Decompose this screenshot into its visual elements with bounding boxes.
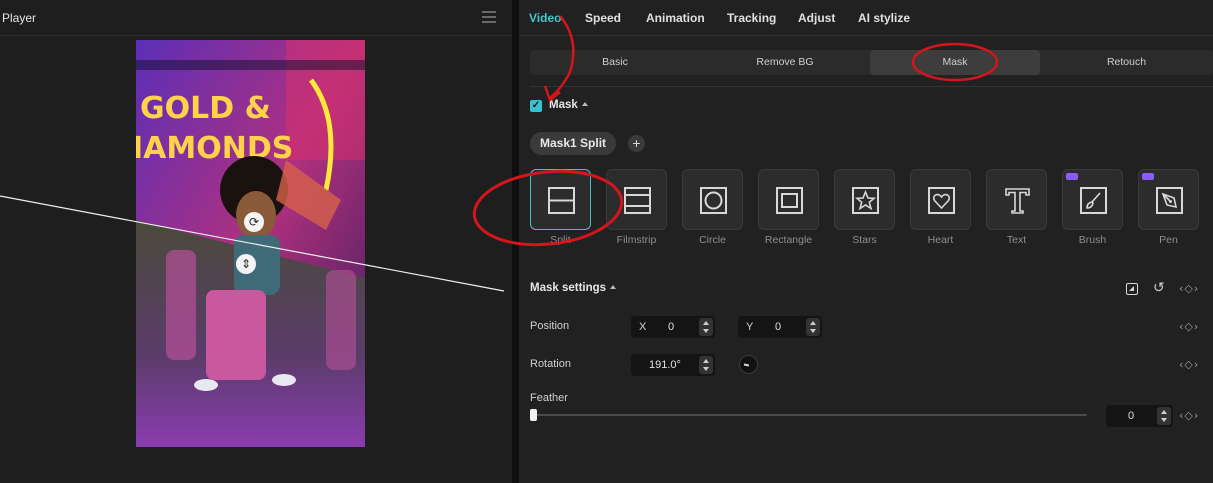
position-x-value: 0 (668, 321, 675, 333)
rotation-label: Rotation (530, 358, 571, 370)
stars-shape-box[interactable] (834, 169, 895, 230)
shape-label: Pen (1159, 234, 1178, 246)
position-y-stepper[interactable] (806, 318, 820, 336)
collapse-caret-icon (610, 285, 617, 289)
collapse-caret-icon (581, 102, 588, 106)
video-frame-image: GOLD & IAMONDS (136, 40, 365, 447)
player-title: Player (2, 11, 37, 25)
keyframe-icon[interactable]: ‹◇› (1179, 409, 1199, 422)
mask-shape-heart[interactable]: Heart (910, 169, 971, 249)
pen-shape-box[interactable] (1138, 169, 1199, 230)
mask-settings-label: Mask settings (530, 282, 607, 294)
feather-value: 0 (1128, 410, 1135, 422)
player-header: Player (0, 0, 512, 36)
mask-shape-rectangle[interactable]: Rectangle (758, 169, 819, 249)
shape-label: Text (1006, 234, 1027, 246)
player-panel: Player GOLD & IAMONDS ⟳ ⇕ (0, 0, 512, 483)
video-preview[interactable]: GOLD & IAMONDS (136, 40, 365, 447)
pro-badge-icon (1066, 173, 1078, 180)
pro-badge-icon (1142, 173, 1154, 180)
tab-speed[interactable]: Speed (585, 11, 621, 25)
add-mask-button[interactable]: + (628, 135, 645, 152)
rotation-stepper[interactable] (699, 356, 713, 374)
mask-shape-pen[interactable]: Pen (1138, 169, 1199, 249)
keyframe-icon[interactable]: ‹◇› (1179, 358, 1199, 371)
shape-label: Stars (852, 234, 877, 246)
position-x-stepper[interactable] (699, 318, 713, 336)
video-text-1: GOLD & (140, 91, 271, 126)
video-sub-tabs: Basic Remove BG Mask Retouch (530, 50, 1213, 75)
split-icon (548, 187, 575, 214)
keyframe-icon[interactable]: ‹◇› (1179, 320, 1199, 333)
tab-tracking[interactable]: Tracking (727, 11, 776, 25)
position-x-field[interactable]: X 0 (631, 316, 715, 338)
shape-label: Split (550, 234, 571, 246)
rectangle-shape-box[interactable] (758, 169, 819, 230)
feather-field[interactable]: 0 (1106, 405, 1173, 427)
shape-label: Brush (1078, 234, 1107, 246)
tab-ai-stylize[interactable]: AI stylize (858, 11, 910, 25)
player-menu-icon[interactable] (482, 11, 496, 23)
position-y-field[interactable]: Y 0 (738, 316, 822, 338)
subtab-mask[interactable]: Mask (870, 50, 1040, 75)
feather-slider[interactable] (534, 414, 1087, 416)
rotation-value: 191.0° (649, 359, 681, 371)
heart-icon (928, 187, 955, 214)
rotation-dial[interactable] (739, 355, 758, 374)
panel-divider[interactable] (512, 0, 519, 483)
reset-icon[interactable]: ↺ (1153, 280, 1165, 296)
shape-label: Heart (927, 234, 954, 246)
split-shape-box[interactable] (530, 169, 591, 230)
subtab-remove-bg[interactable]: Remove BG (700, 50, 870, 75)
shape-label: Circle (699, 234, 726, 246)
inspector-tabs: Video Speed Animation Tracking Adjust AI… (519, 0, 1213, 36)
inspector-panel: Video Speed Animation Tracking Adjust AI… (519, 0, 1213, 483)
y-prefix: Y (746, 321, 754, 333)
mask-shape-brush[interactable]: Brush (1062, 169, 1123, 249)
mask-feather-handle[interactable]: ⇕ (236, 254, 256, 274)
position-y-value: 0 (775, 321, 782, 333)
brush-shape-box[interactable] (1062, 169, 1123, 230)
filmstrip-icon (624, 187, 651, 214)
subtab-retouch[interactable]: Retouch (1040, 50, 1213, 75)
rotation-field[interactable]: 191.0° (631, 354, 715, 376)
circle-shape-box[interactable] (682, 169, 743, 230)
shape-label: Rectangle (764, 234, 813, 246)
feather-stepper[interactable] (1157, 407, 1171, 425)
circle-icon (700, 187, 727, 214)
position-label: Position (530, 320, 570, 332)
brush-icon (1080, 187, 1107, 214)
mask-shape-filmstrip[interactable]: Filmstrip (606, 169, 667, 249)
section-divider (530, 86, 1213, 87)
tab-video[interactable]: Video (529, 11, 561, 25)
text-shape-box[interactable] (986, 169, 1047, 230)
rectangle-icon (776, 187, 803, 214)
mask-rotate-handle[interactable]: ⟳ (244, 212, 264, 232)
feather-slider-handle[interactable] (530, 409, 537, 421)
pen-icon (1156, 187, 1183, 214)
mask-section-toggle[interactable]: Mask (549, 99, 588, 111)
feather-label: Feather (530, 392, 568, 404)
heart-shape-box[interactable] (910, 169, 971, 230)
mask-settings-toggle[interactable]: Mask settings (530, 282, 617, 294)
tab-adjust[interactable]: Adjust (798, 11, 835, 25)
mask-section-label: Mask (549, 99, 578, 111)
mask-shape-text[interactable]: Text (986, 169, 1047, 249)
mask-layer-chip[interactable]: Mask1 Split (530, 132, 617, 155)
keyframe-icon[interactable]: ‹◇› (1179, 282, 1199, 295)
shape-label: Filmstrip (616, 234, 657, 246)
mask-shape-split[interactable]: Split (530, 169, 591, 249)
filmstrip-shape-box[interactable] (606, 169, 667, 230)
star-icon (852, 187, 879, 214)
subtab-basic[interactable]: Basic (530, 50, 700, 75)
mask-shape-circle[interactable]: Circle (682, 169, 743, 249)
tab-animation[interactable]: Animation (646, 11, 705, 25)
x-prefix: X (639, 321, 647, 333)
text-icon (1005, 188, 1030, 214)
invert-mask-icon[interactable] (1126, 283, 1138, 295)
mask-shape-stars[interactable]: Stars (834, 169, 895, 249)
mask-enable-checkbox[interactable]: ✓ (530, 100, 542, 112)
